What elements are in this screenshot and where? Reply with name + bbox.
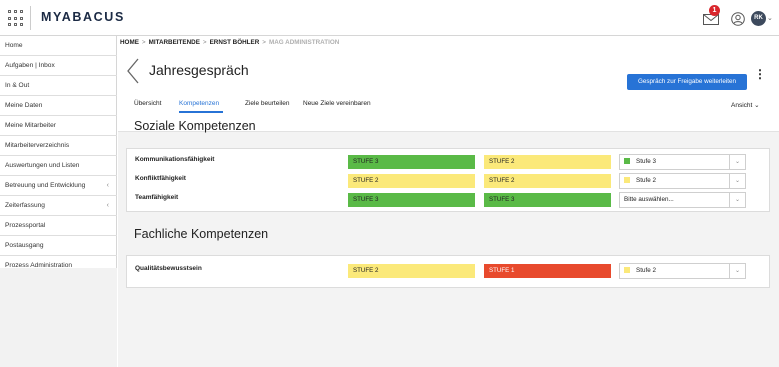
rating-color-swatch bbox=[624, 177, 630, 183]
competence-row: Teamfähigkeit STUFE 3 STUFE 3 Bitte ausw… bbox=[127, 191, 771, 209]
breadcrumb: HOME > MITARBEITENDE > ERNST BÖHLER > MAG ADMI… bbox=[118, 36, 779, 50]
sidebar-item-inbox[interactable]: Aufgaben | Inbox bbox=[0, 56, 117, 76]
sidebar-item-label: Auswertungen und Listen bbox=[5, 162, 80, 169]
sidebar-item-label: Postausgang bbox=[5, 242, 44, 249]
sidebar-item-label: Home bbox=[5, 42, 23, 49]
breadcrumb-separator: > bbox=[262, 39, 266, 46]
competence-label: Teamfähigkeit bbox=[135, 194, 179, 201]
sidebar-item-postausgang[interactable]: Postausgang bbox=[0, 236, 117, 256]
rating-select[interactable]: Bitte auswählen... ⌄ bbox=[619, 192, 746, 208]
competence-label: Kommunikationsfähigkeit bbox=[135, 156, 215, 163]
employee-rating: STUFE 2 bbox=[348, 174, 475, 188]
sidebar-item-betreuung[interactable]: Betreuung und Entwicklung ‹ bbox=[0, 176, 117, 196]
sidebar-item-prozessportal[interactable]: Prozessportal bbox=[0, 216, 117, 236]
rating-color-swatch bbox=[624, 267, 630, 273]
manager-rating: STUFE 2 bbox=[484, 174, 611, 188]
breadcrumb-current: MAG ADMINISTRATION bbox=[268, 39, 340, 46]
sidebar-item-label: Mitarbeiterverzeichnis bbox=[5, 142, 70, 149]
sidebar-item-in-out[interactable]: In & Out bbox=[0, 76, 117, 96]
sidebar-item-label: Meine Daten bbox=[5, 102, 43, 109]
active-tab-indicator bbox=[179, 111, 223, 113]
manager-rating: STUFE 3 bbox=[484, 193, 611, 207]
rating-select-value: Stufe 2 bbox=[636, 267, 656, 274]
sidebar-item-meine-daten[interactable]: Meine Daten bbox=[0, 96, 117, 116]
rating-select-value: Stufe 3 bbox=[636, 158, 656, 165]
page-title: Jahresgespräch bbox=[149, 62, 249, 78]
manager-rating: STUFE 1 bbox=[484, 264, 611, 278]
more-options-icon[interactable]: ⋮ bbox=[754, 68, 766, 80]
brand-logo[interactable]: MYABACUS bbox=[41, 10, 125, 24]
rating-color-swatch bbox=[624, 158, 630, 164]
avatar[interactable]: RK bbox=[751, 11, 766, 26]
sidebar-empty-area bbox=[0, 268, 117, 367]
mail-icon[interactable] bbox=[703, 14, 719, 25]
competence-label: Qualitätsbewusstsein bbox=[135, 265, 202, 272]
competence-row: Konfliktfähigkeit STUFE 2 STUFE 2 Stufe … bbox=[127, 172, 771, 190]
tab-uebersicht[interactable]: Übersicht bbox=[134, 100, 161, 107]
tab-kompetenzen[interactable]: Kompetenzen bbox=[179, 100, 219, 107]
rating-select-placeholder: Bitte auswählen... bbox=[624, 196, 674, 203]
employee-rating: STUFE 2 bbox=[348, 264, 475, 278]
social-competences-card: Kommunikationsfähigkeit STUFE 3 STUFE 2 … bbox=[126, 148, 770, 212]
employee-rating: STUFE 3 bbox=[348, 193, 475, 207]
apps-grid-icon[interactable] bbox=[6, 10, 24, 28]
chevron-left-icon: ‹ bbox=[106, 182, 109, 189]
competence-row: Kommunikationsfähigkeit STUFE 3 STUFE 2 … bbox=[127, 153, 771, 171]
sidebar-item-mitarbeiterverzeichnis[interactable]: Mitarbeiterverzeichnis bbox=[0, 136, 117, 156]
competence-row: Qualitätsbewusstsein STUFE 2 STUFE 1 Stu… bbox=[127, 262, 771, 280]
sidebar-item-label: Betreuung und Entwicklung bbox=[5, 182, 86, 189]
competence-label: Konfliktfähigkeit bbox=[135, 175, 186, 182]
section-title-professional: Fachliche Kompetenzen bbox=[134, 227, 269, 241]
sidebar-item-zeiterfassung[interactable]: Zeiterfassung ‹ bbox=[0, 196, 117, 216]
rating-select[interactable]: Stufe 3 ⌄ bbox=[619, 154, 746, 170]
sidebar-item-home[interactable]: Home bbox=[0, 36, 117, 56]
breadcrumb-person[interactable]: ERNST BÖHLER bbox=[210, 39, 260, 46]
chevron-left-icon[interactable] bbox=[126, 58, 140, 84]
sidebar-item-label: Aufgaben | Inbox bbox=[5, 62, 55, 69]
top-bar: MYABACUS 1 RK ⌄ bbox=[0, 0, 779, 36]
chevron-down-icon[interactable]: ⌄ bbox=[767, 14, 773, 22]
sidebar-item-auswertungen[interactable]: Auswertungen und Listen bbox=[0, 156, 117, 176]
sidebar-item-label: Meine Mitarbeiter bbox=[5, 122, 56, 129]
view-dropdown[interactable]: Ansicht ⌄ bbox=[731, 101, 760, 109]
chevron-down-icon[interactable]: ⌄ bbox=[729, 264, 745, 278]
main-content: HOME > MITARBEITENDE > ERNST BÖHLER > MAG ADMI… bbox=[118, 36, 779, 367]
header-divider bbox=[30, 6, 31, 30]
professional-competences-card: Qualitätsbewusstsein STUFE 2 STUFE 1 Stu… bbox=[126, 255, 770, 288]
breadcrumb-mitarbeitende[interactable]: MITARBEITENDE bbox=[149, 39, 200, 46]
tab-neue-ziele[interactable]: Neue Ziele vereinbaren bbox=[303, 100, 371, 107]
breadcrumb-home[interactable]: HOME bbox=[120, 39, 139, 46]
mail-count-badge: 1 bbox=[709, 5, 720, 16]
user-icon[interactable] bbox=[731, 12, 745, 26]
rating-select[interactable]: Stufe 2 ⌄ bbox=[619, 263, 746, 279]
sidebar-item-label: In & Out bbox=[5, 82, 30, 89]
sidebar-item-label: Zeiterfassung bbox=[5, 202, 45, 209]
chevron-left-icon: ‹ bbox=[106, 202, 109, 209]
chevron-down-icon[interactable]: ⌄ bbox=[729, 174, 745, 188]
sidebar-item-label: Prozessportal bbox=[5, 222, 46, 229]
breadcrumb-separator: > bbox=[202, 39, 207, 46]
sidebar-item-meine-mitarbeiter[interactable]: Meine Mitarbeiter bbox=[0, 116, 117, 136]
breadcrumb-separator: > bbox=[141, 39, 146, 46]
chevron-down-icon[interactable]: ⌄ bbox=[729, 155, 745, 169]
manager-rating: STUFE 2 bbox=[484, 155, 611, 169]
employee-rating: STUFE 3 bbox=[348, 155, 475, 169]
section-title-social: Soziale Kompetenzen bbox=[134, 119, 256, 133]
forward-for-approval-button[interactable]: Gespräch zur Freigabe weiterleiten bbox=[627, 74, 747, 90]
chevron-down-icon[interactable]: ⌄ bbox=[729, 193, 745, 207]
tab-ziele-beurteilen[interactable]: Ziele beurteilen bbox=[245, 100, 289, 107]
rating-select[interactable]: Stufe 2 ⌄ bbox=[619, 173, 746, 189]
sidebar: Home Aufgaben | Inbox In & Out Meine Dat… bbox=[0, 36, 117, 367]
rating-select-value: Stufe 2 bbox=[636, 177, 656, 184]
